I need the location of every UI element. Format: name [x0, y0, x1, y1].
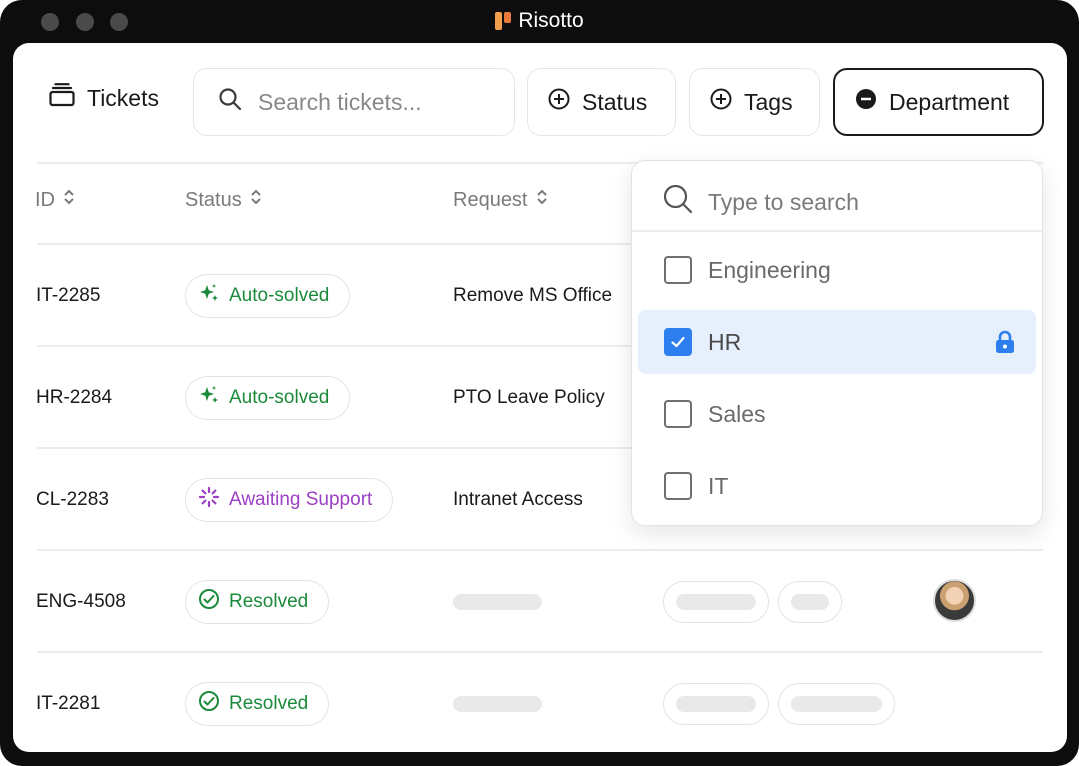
status-badge: Auto-solved — [185, 274, 351, 318]
ticket-id[interactable]: IT-2285 — [36, 285, 100, 307]
sort-icon — [536, 188, 548, 212]
column-header-id-label: ID — [35, 188, 55, 211]
department-option-hr[interactable]: HR — [638, 310, 1036, 374]
status-badge-label: Auto-solved — [229, 285, 330, 306]
request-title[interactable]: PTO Leave Policy — [453, 387, 605, 409]
column-header-id[interactable]: ID — [35, 188, 75, 212]
ticket-id[interactable]: ENG-4508 — [36, 591, 126, 613]
department-option-engineering[interactable]: Engineering — [638, 238, 1036, 302]
loading-spinner-icon — [198, 486, 220, 514]
tag-placeholder — [663, 581, 769, 623]
tickets-stack-icon — [49, 83, 75, 113]
search-icon — [662, 183, 694, 221]
ticket-id[interactable]: HR-2284 — [36, 387, 112, 409]
column-header-request[interactable]: Request — [453, 188, 548, 212]
department-dropdown: Type to search Engineering HR Sales IT — [631, 160, 1043, 526]
row-divider — [37, 651, 1043, 653]
search-placeholder: Search tickets... — [258, 88, 422, 115]
app-window: Risotto Tickets Search tickets... Status… — [0, 0, 1079, 766]
status-badge: Auto-solved — [185, 376, 351, 420]
status-badge-label: Resolved — [229, 693, 309, 714]
department-filter-button[interactable]: Department — [833, 68, 1044, 136]
status-badge-label: Awaiting Support — [229, 489, 373, 510]
assignee-avatar[interactable] — [933, 579, 976, 622]
ticket-id[interactable]: CL-2283 — [36, 489, 109, 511]
request-placeholder — [453, 696, 542, 712]
check-circle-icon — [198, 588, 220, 616]
department-filter-label: Department — [889, 88, 1010, 115]
checkbox[interactable] — [664, 472, 692, 500]
tickets-heading[interactable]: Tickets — [49, 83, 159, 113]
checkbox-checked[interactable] — [664, 328, 692, 356]
department-option-it[interactable]: IT — [638, 454, 1036, 518]
option-label: Engineering — [708, 256, 831, 283]
dropdown-divider — [632, 230, 1042, 232]
sparkle-icon — [198, 282, 220, 310]
check-icon — [671, 336, 685, 348]
main-content: Tickets Search tickets... Status Tags De… — [13, 43, 1067, 752]
app-title-text: Risotto — [518, 9, 584, 32]
sparkle-icon — [198, 384, 220, 412]
plus-circle-icon — [710, 88, 732, 116]
column-header-status-label: Status — [185, 188, 242, 211]
tickets-label: Tickets — [87, 84, 159, 111]
request-placeholder — [453, 594, 542, 610]
department-option-sales[interactable]: Sales — [638, 382, 1036, 446]
tag-placeholder — [663, 683, 769, 725]
status-filter-label: Status — [582, 88, 648, 115]
search-icon — [218, 87, 242, 117]
lock-icon — [994, 330, 1016, 360]
status-badge: Resolved — [185, 580, 330, 624]
sort-icon — [250, 188, 262, 212]
row-divider — [37, 549, 1043, 551]
tags-filter-button[interactable]: Tags — [689, 68, 820, 136]
risotto-logo-icon — [495, 12, 512, 30]
status-filter-button[interactable]: Status — [527, 68, 676, 136]
status-badge-label: Resolved — [229, 591, 309, 612]
column-header-request-label: Request — [453, 188, 528, 211]
tags-filter-label: Tags — [744, 88, 793, 115]
option-label: Sales — [708, 400, 766, 427]
minus-circle-icon — [855, 88, 877, 116]
tag-placeholder — [778, 683, 895, 725]
request-title[interactable]: Intranet Access — [453, 489, 583, 511]
checkbox[interactable] — [664, 400, 692, 428]
ticket-id[interactable]: IT-2281 — [36, 693, 100, 715]
option-label: HR — [708, 328, 742, 355]
plus-circle-icon — [548, 88, 570, 116]
search-tickets-input[interactable]: Search tickets... — [193, 68, 515, 136]
department-search-input[interactable]: Type to search — [662, 183, 859, 221]
column-header-status[interactable]: Status — [185, 188, 262, 212]
status-badge: Awaiting Support — [185, 478, 394, 522]
option-label: IT — [708, 472, 729, 499]
request-title[interactable]: Remove MS Office — [453, 285, 612, 307]
tag-placeholder — [778, 581, 842, 623]
app-title: Risotto — [0, 9, 1079, 33]
check-circle-icon — [198, 690, 220, 718]
title-bar: Risotto — [0, 0, 1079, 44]
sort-icon — [63, 188, 75, 212]
checkbox[interactable] — [664, 256, 692, 284]
status-badge: Resolved — [185, 682, 330, 726]
department-search-placeholder: Type to search — [708, 188, 859, 215]
status-badge-label: Auto-solved — [229, 387, 330, 408]
